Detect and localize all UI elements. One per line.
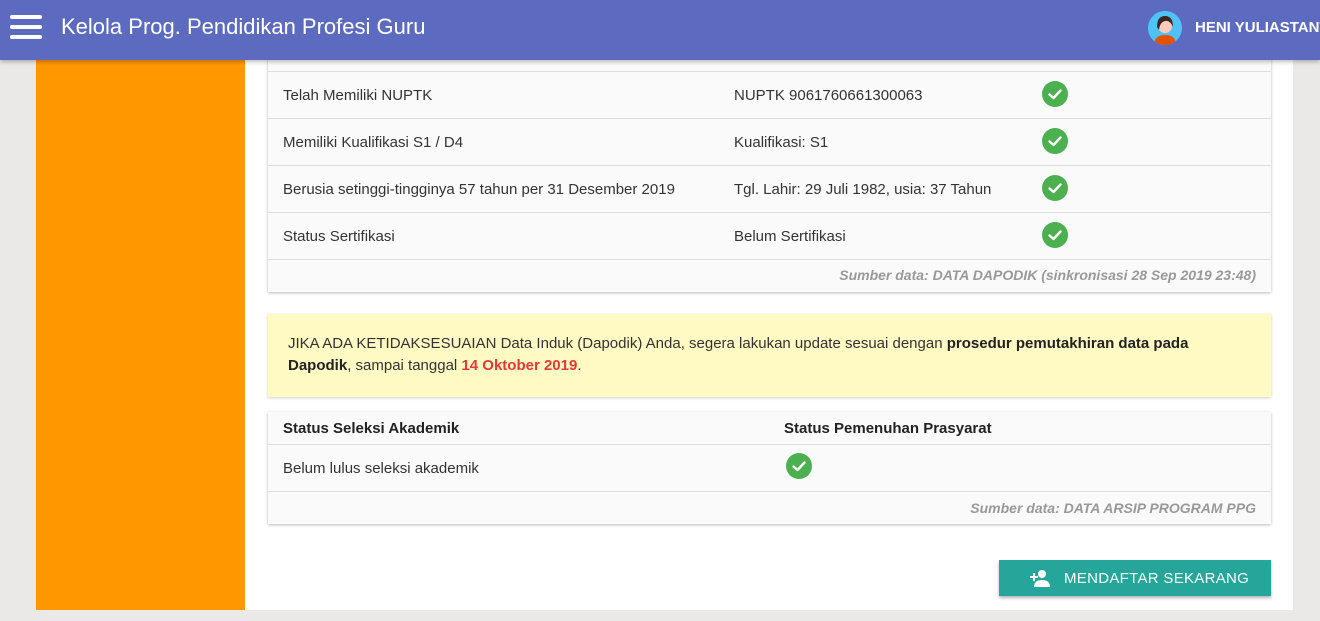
criterion-value: NUPTK 9061760661300063: [734, 87, 923, 104]
data-source-note: Sumber data: DATA DAPODIK (sinkronisasi …: [839, 267, 1256, 283]
table-row: Status Sertifikasi Belum Sertifikasi: [268, 213, 1271, 260]
notice-text-part2: , sampai tanggal: [347, 357, 462, 374]
notice-text-part3: .: [577, 357, 582, 374]
register-now-button[interactable]: MENDAFTAR SEKARANG: [999, 560, 1271, 596]
check-circle-icon: [1042, 128, 1068, 154]
hamburger-menu-icon[interactable]: [10, 15, 42, 39]
table-row: Memiliki Kualifikasi S1 / D4 Kualifikasi…: [268, 119, 1271, 166]
column-header-prerequisite: Status Pemenuhan Prasyarat: [784, 420, 992, 437]
notice-text-part1: JIKA ADA KETIDAKSESUAIAN Data Induk (Dap…: [288, 335, 947, 352]
check-circle-icon: [1042, 222, 1068, 248]
update-notice: JIKA ADA KETIDAKSESUAIAN Data Induk (Dap…: [268, 314, 1271, 397]
table-row: Berusia setinggi-tingginya 57 tahun per …: [268, 166, 1271, 213]
person-add-icon: [1029, 568, 1051, 588]
table-header: Status Seleksi Akademik Status Pemenuhan…: [268, 412, 1271, 445]
criterion-value: Belum Sertifikasi: [734, 228, 846, 245]
academic-status-value: Belum lulus seleksi akademik: [283, 460, 479, 477]
criterion-label: Status Sertifikasi: [283, 228, 395, 245]
data-source-note: Sumber data: DATA ARSIP PROGRAM PPG: [970, 500, 1256, 516]
check-circle-icon: [786, 453, 812, 479]
criterion-label: Memiliki Kualifikasi S1 / D4: [283, 134, 464, 151]
register-button-label: MENDAFTAR SEKARANG: [1064, 570, 1250, 587]
check-circle-icon: [1042, 175, 1068, 201]
user-name[interactable]: HENI YULIASTANTI: [1195, 19, 1320, 36]
column-header-academic: Status Seleksi Akademik: [283, 420, 460, 437]
table-row: Telah Memiliki NUPTK NUPTK 9061760661300…: [268, 72, 1271, 119]
notice-deadline-date: 14 Oktober 2019: [461, 357, 578, 374]
check-circle-icon: [1042, 81, 1068, 107]
user-avatar-icon[interactable]: [1148, 11, 1182, 45]
criterion-label: Berusia setinggi-tingginya 57 tahun per …: [283, 181, 675, 198]
criterion-label: Telah Memiliki NUPTK: [283, 87, 433, 104]
top-app-bar: Kelola Prog. Pendidikan Profesi Guru HEN…: [0, 0, 1320, 60]
side-panel: [36, 60, 245, 610]
criterion-value: Tgl. Lahir: 29 Juli 1982, usia: 37 Tahun: [734, 181, 992, 198]
table-row: Belum lulus seleksi akademik: [268, 445, 1271, 492]
app-title: Kelola Prog. Pendidikan Profesi Guru: [61, 14, 426, 39]
criterion-value: Kualifikasi: S1: [734, 134, 829, 151]
academic-status-card: Status Seleksi Akademik Status Pemenuhan…: [268, 412, 1271, 524]
requirements-card: Telah Memiliki NUPTK NUPTK 9061760661300…: [268, 50, 1271, 292]
notice-text: JIKA ADA KETIDAKSESUAIAN Data Induk (Dap…: [288, 333, 1248, 377]
